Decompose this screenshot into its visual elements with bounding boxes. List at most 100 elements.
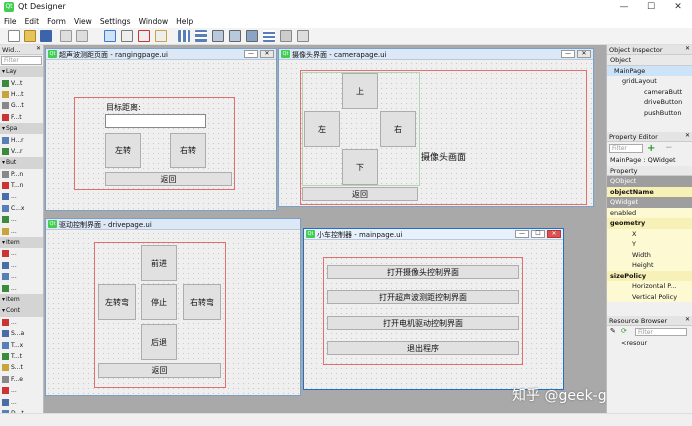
tree-item-pushbutton[interactable]: pushButton	[607, 108, 692, 119]
widget-item[interactable]: T...n	[0, 180, 43, 191]
adjust-size-icon[interactable]	[297, 30, 309, 42]
maximize-icon[interactable]: ☐	[531, 230, 545, 238]
minimize-icon[interactable]: —	[561, 50, 575, 58]
widget-category[interactable]: ▾ Item	[0, 236, 43, 249]
reload-icon[interactable]: ⟳	[621, 327, 627, 335]
back-button[interactable]: 返回	[105, 172, 232, 186]
turn-right-button[interactable]: 右转	[170, 133, 206, 168]
widget-item[interactable]: ...	[0, 271, 43, 282]
break-layout-icon[interactable]	[280, 30, 292, 42]
widget-item[interactable]: V...t	[0, 77, 43, 88]
widget-item[interactable]: S...t	[0, 362, 43, 373]
edit-widgets-icon[interactable]	[104, 30, 116, 42]
widget-item[interactable]: ...	[0, 396, 43, 407]
property-row[interactable]: Width	[607, 249, 692, 260]
back-button[interactable]: 返回	[98, 363, 221, 378]
undo-icon[interactable]	[60, 30, 72, 42]
widget-category[interactable]: ▾ Lay	[0, 66, 43, 78]
widget-item[interactable]: H...r	[0, 134, 43, 145]
close-icon[interactable]: ✕	[260, 50, 274, 58]
edit-signals-slots-icon[interactable]	[121, 30, 133, 42]
widget-item[interactable]: ...	[0, 260, 43, 271]
widget-item[interactable]: F...t	[0, 112, 43, 123]
open-form-icon[interactable]	[24, 30, 36, 42]
stop-button[interactable]: 停止	[141, 284, 177, 320]
backward-button[interactable]: 后退	[141, 324, 177, 360]
menu-view[interactable]: View	[70, 15, 96, 28]
property-row[interactable]: enabled	[607, 207, 692, 218]
open-ranging-button[interactable]: 打开超声波测距控制界面	[327, 290, 519, 304]
widget-item[interactable]: V...r	[0, 146, 43, 157]
property-row[interactable]: Horizontal P...	[607, 281, 692, 292]
edit-tab-order-icon[interactable]	[155, 30, 167, 42]
close-icon[interactable]: ✕	[547, 230, 561, 238]
menu-settings[interactable]: Settings	[96, 15, 135, 28]
widget-item[interactable]: ...	[0, 214, 43, 225]
open-drive-button[interactable]: 打开电机驱动控制界面	[327, 316, 519, 330]
menu-help[interactable]: Help	[172, 15, 197, 28]
widget-filter-input[interactable]: Filter	[1, 56, 42, 65]
widget-item[interactable]: ...	[0, 248, 43, 259]
property-category[interactable]: QWidget	[607, 197, 692, 208]
layout-vertical-icon[interactable]	[195, 30, 207, 42]
resource-filter-input[interactable]: Filter	[635, 328, 687, 336]
close-icon[interactable]: ✕	[685, 45, 690, 52]
minimize-button[interactable]: —	[613, 0, 635, 15]
menu-form[interactable]: Form	[43, 15, 70, 28]
menu-edit[interactable]: Edit	[21, 15, 44, 28]
turn-left-button[interactable]: 左转	[105, 133, 141, 168]
menu-file[interactable]: File	[0, 15, 21, 28]
remove-property-icon[interactable]: −	[665, 143, 673, 153]
widget-category[interactable]: ▾ Cont	[0, 305, 43, 317]
camera-page-window[interactable]: Qt 摄像头界面 - camerapage.ui — ✕ 上 左 右 下 摄像头画…	[278, 48, 594, 207]
right-button[interactable]: 右	[380, 111, 416, 147]
close-icon[interactable]: ✕	[685, 316, 690, 323]
edit-resources-icon[interactable]: ✎	[610, 327, 616, 335]
back-button[interactable]: 返回	[302, 187, 418, 201]
main-page-window[interactable]: Qt 小车控制器 - mainpage.ui — ☐ ✕ 打开摄像头控制界面 打开超…	[303, 228, 564, 390]
layout-grid-icon[interactable]	[263, 30, 275, 42]
property-row[interactable]: Y	[607, 239, 692, 250]
layout-vsplitter-icon[interactable]	[229, 30, 241, 42]
widget-item[interactable]: ...	[0, 225, 43, 236]
property-row[interactable]: Vertical Policy	[607, 291, 692, 302]
widget-item[interactable]: H...t	[0, 89, 43, 100]
widget-item[interactable]: T...x	[0, 339, 43, 350]
tree-item-drivebutton[interactable]: driveButton	[607, 97, 692, 108]
drive-page-window[interactable]: Qt 驱动控制界面 - drivepage.ui 前进 左转弯 停止 右转弯 后…	[45, 218, 301, 396]
open-camera-button[interactable]: 打开摄像头控制界面	[327, 265, 519, 279]
tree-item-mainpage[interactable]: MainPage	[607, 65, 692, 76]
add-dynamic-property-icon[interactable]: +	[647, 143, 655, 154]
turn-left-button[interactable]: 左转弯	[98, 284, 136, 320]
up-button[interactable]: 上	[342, 73, 378, 109]
close-button[interactable]: ✕	[667, 0, 689, 15]
menu-window[interactable]: Window	[135, 15, 173, 28]
distance-line-edit[interactable]	[105, 114, 206, 128]
widget-category[interactable]: ▾ Spa	[0, 122, 43, 135]
widget-item[interactable]: C...x	[0, 203, 43, 214]
turn-right-button[interactable]: 右转弯	[183, 284, 221, 320]
widget-item[interactable]: ...	[0, 385, 43, 396]
layout-hsplitter-icon[interactable]	[212, 30, 224, 42]
widget-item[interactable]: G...t	[0, 100, 43, 111]
widget-category[interactable]: ▾ But	[0, 157, 43, 169]
property-category[interactable]: QObject	[607, 176, 692, 187]
tree-item-camerabutton[interactable]: cameraButt	[607, 87, 692, 98]
save-form-icon[interactable]	[40, 30, 52, 42]
property-row[interactable]: objectName	[607, 186, 692, 197]
new-form-icon[interactable]	[8, 30, 20, 42]
redo-icon[interactable]	[76, 30, 88, 42]
left-button[interactable]: 左	[304, 111, 340, 147]
property-row[interactable]: Height	[607, 260, 692, 271]
maximize-button[interactable]: ☐	[640, 0, 662, 15]
resource-root-item[interactable]: <resour	[607, 338, 692, 349]
widget-item[interactable]: P...n	[0, 169, 43, 180]
exit-button[interactable]: 退出程序	[327, 341, 519, 355]
widget-item[interactable]: T...t	[0, 351, 43, 362]
widget-item[interactable]: ...	[0, 282, 43, 293]
layout-horizontal-icon[interactable]	[178, 30, 190, 42]
property-row[interactable]: sizePolicy	[607, 270, 692, 281]
widget-category[interactable]: ▾ Item	[0, 293, 43, 306]
forward-button[interactable]: 前进	[141, 245, 177, 281]
widget-item[interactable]: ...	[0, 191, 43, 202]
